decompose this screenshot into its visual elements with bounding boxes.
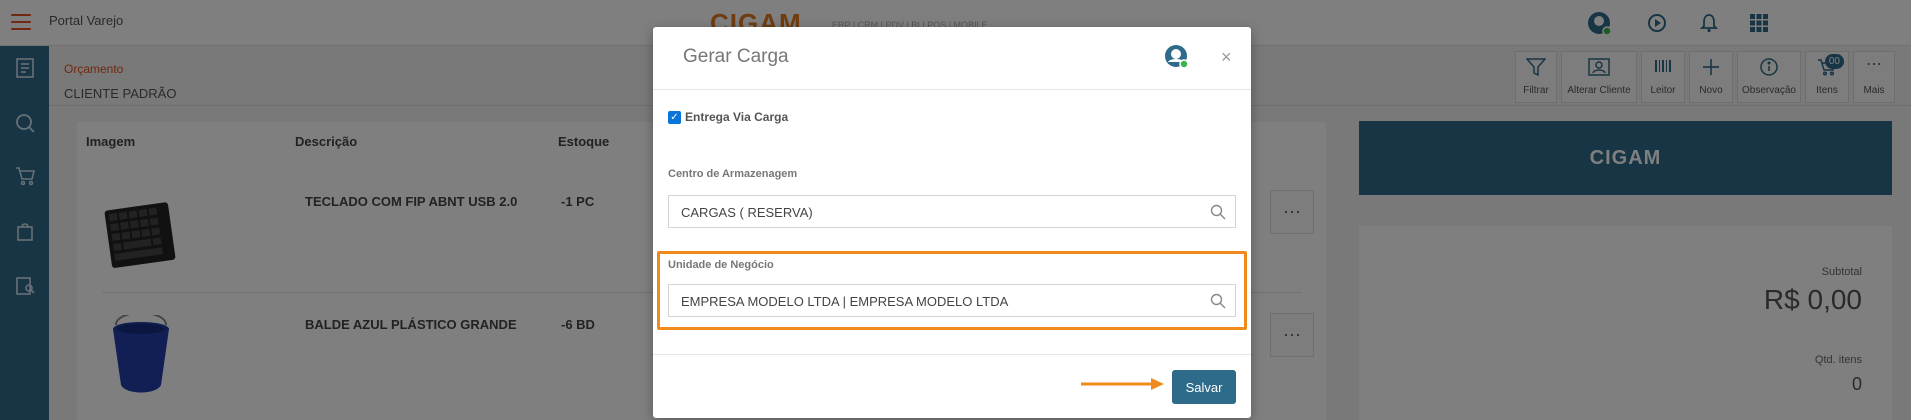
warehouse-label: Centro de Armazenagem (668, 168, 798, 180)
business-unit-label: Unidade de Negócio (668, 259, 774, 271)
warehouse-field[interactable]: CARGAS ( RESERVA) (668, 195, 1236, 228)
close-icon[interactable]: × (1221, 47, 1232, 68)
dialog-title: Gerar Carga (683, 46, 789, 67)
search-icon[interactable] (1210, 293, 1226, 314)
warehouse-value: CARGAS ( RESERVA) (681, 205, 813, 220)
search-icon[interactable] (1210, 204, 1226, 225)
delivery-via-load-checkbox[interactable]: ✓ (668, 110, 681, 124)
delivery-via-load-label: Entrega Via Carga (685, 110, 789, 124)
delivery-via-load-option[interactable]: ✓ Entrega Via Carga (668, 110, 788, 124)
arrow-pointer-icon (1081, 377, 1165, 396)
generate-load-dialog: Gerar Carga × ✓ Entrega Via Carga Centro… (653, 27, 1251, 418)
user-avatar-icon (1163, 43, 1191, 71)
dialog-footer-divider (653, 354, 1251, 355)
save-button[interactable]: Salvar (1172, 370, 1236, 404)
business-unit-value: EMPRESA MODELO LTDA | EMPRESA MODELO LTD… (681, 294, 1009, 309)
dialog-header-divider (653, 89, 1251, 90)
business-unit-field[interactable]: EMPRESA MODELO LTDA | EMPRESA MODELO LTD… (668, 284, 1236, 317)
